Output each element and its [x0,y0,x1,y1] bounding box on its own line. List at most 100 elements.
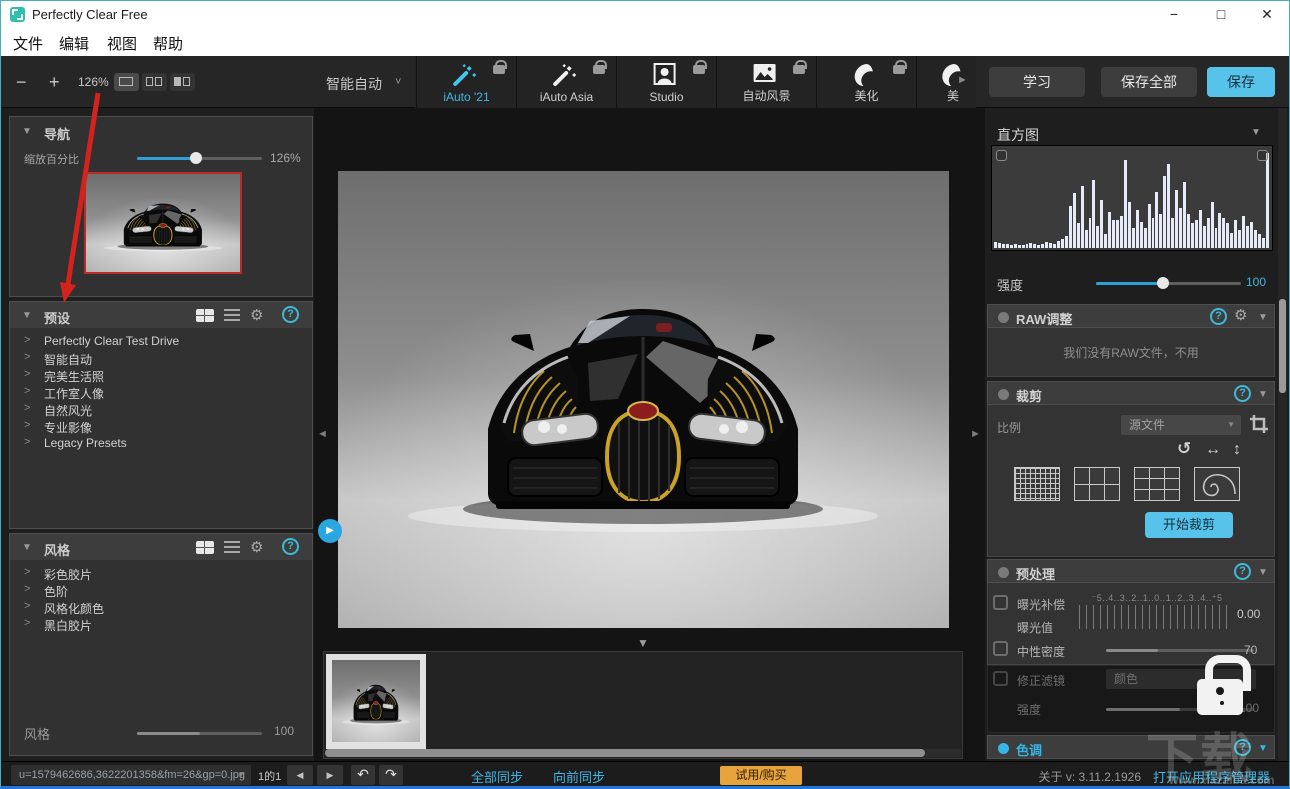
collapse-icon[interactable]: ▼ [1258,312,1268,323]
crop-grid-thirds-button[interactable] [1134,467,1180,501]
enable-dot-icon[interactable] [998,743,1009,754]
list-view-icon[interactable] [224,541,240,553]
tab-auto-landscape[interactable]: 自动风景 [716,56,816,108]
list-item[interactable]: >色阶 [10,583,312,600]
collapse-icon[interactable]: ▼ [22,310,32,321]
crop-grid-mesh-button[interactable] [1014,467,1060,501]
preprocess-header[interactable]: 预处理 ? ▼ [987,559,1275,583]
layout-sidebyside-button[interactable] [170,73,195,91]
close-button[interactable]: ✕ [1252,4,1282,24]
sync-forward-button[interactable]: 向前同步 [553,767,605,786]
enable-dot-icon[interactable] [998,567,1009,578]
list-view-icon[interactable] [224,309,240,321]
nd-checkbox[interactable] [993,641,1008,656]
crop-header[interactable]: 裁剪 ? ▼ [987,381,1275,405]
list-item[interactable]: >工作室人像 [10,385,312,402]
tab-scroll-right-icon[interactable]: ► [957,74,968,86]
collapse-icon[interactable]: ▼ [1258,567,1268,578]
exposure-ruler-ticks[interactable] [1079,605,1233,629]
save-all-button[interactable]: 保存全部 [1101,67,1197,97]
sync-all-button[interactable]: 全部同步 [471,767,523,786]
zoom-in-button[interactable]: + [49,72,60,93]
flip-vertical-icon[interactable]: ↕ [1233,441,1241,459]
list-item[interactable]: >风格化颜色 [10,600,312,617]
help-icon[interactable]: ? [1234,563,1251,580]
menu-file[interactable]: 文件 [13,33,43,54]
crop-grid-spiral-button[interactable] [1194,467,1240,501]
filmstrip-scrollbar-thumb[interactable] [325,749,925,757]
menu-help[interactable]: 帮助 [153,33,183,54]
collapse-icon[interactable]: ▼ [1251,127,1261,138]
enable-dot-icon[interactable] [998,312,1009,323]
prev-photo-button[interactable]: ◀ [287,765,313,785]
exposure-checkbox[interactable] [993,595,1008,610]
tab-studio[interactable]: Studio [616,56,716,108]
tab-iauto-asia[interactable]: iAuto Asia [516,56,616,108]
collapse-icon[interactable]: ▼ [1258,743,1268,754]
layout-split-button[interactable] [142,73,167,91]
gear-icon[interactable]: ⚙ [250,538,263,556]
tab-beautify[interactable]: 美化 [816,56,916,108]
trial-buy-button[interactable]: 试用/购买 [720,766,802,785]
zoom-slider[interactable] [137,157,262,160]
help-icon[interactable]: ? [1234,739,1251,756]
before-after-play-button[interactable]: ▶ [318,519,342,543]
list-item[interactable]: >Legacy Presets [10,436,312,453]
tone-header[interactable]: 色调 ? ▼ [987,735,1275,759]
highlight-clip-checkbox[interactable] [1257,150,1268,161]
help-icon[interactable]: ? [282,538,299,555]
file-select[interactable]: u=1579462686,3622201358&fm=26&gp=0.jpg ▼ [11,765,251,785]
maximize-button[interactable]: □ [1206,4,1236,24]
enable-dot-icon[interactable] [998,389,1009,400]
filmstrip-toggle-icon[interactable]: ▼ [637,636,649,650]
learn-button[interactable]: 学习 [989,67,1085,97]
list-item[interactable]: >智能自动 [10,351,312,368]
shadow-clip-checkbox[interactable] [996,150,1007,161]
help-icon[interactable]: ? [1210,308,1227,325]
collapse-icon[interactable]: ▼ [22,542,32,553]
redo-button[interactable]: ↷ [379,765,403,785]
list-item[interactable]: >黑白胶片 [10,617,312,634]
raw-header[interactable]: RAW调整 ? ⚙ ▼ [987,304,1275,328]
menu-edit[interactable]: 编辑 [59,33,89,54]
collapse-right-panel-icon[interactable]: ► [970,428,981,440]
help-icon[interactable]: ? [282,306,299,323]
main-photo[interactable] [338,171,949,628]
list-item[interactable]: >自然风光 [10,402,312,419]
crop-tool-icon[interactable] [1249,414,1269,434]
list-item[interactable]: >Perfectly Clear Test Drive [10,334,312,351]
grid-view-icon[interactable] [196,309,214,322]
undo-button[interactable]: ↶ [351,765,375,785]
crop-grid-6cell-button[interactable] [1074,467,1120,501]
save-button[interactable]: 保存 [1207,67,1275,97]
strength-slider[interactable] [1096,282,1241,285]
lens-checkbox[interactable] [993,671,1008,686]
layout-single-button[interactable] [114,73,139,91]
open-app-manager-link[interactable]: 打开应用程序管理器 [1153,767,1270,786]
look-strength-slider[interactable] [137,732,262,735]
chevron-down-icon[interactable]: ˅ [395,76,401,88]
zoom-out-button[interactable]: − [16,72,27,93]
right-scrollbar-thumb[interactable] [1279,299,1286,393]
ratio-select[interactable]: 源文件 ▼ [1121,415,1241,435]
grid-view-icon[interactable] [196,541,214,554]
list-item[interactable]: >彩色胶片 [10,566,312,583]
list-item[interactable]: >专业影像 [10,419,312,436]
minimize-button[interactable]: − [1159,4,1189,24]
nd-slider[interactable] [1106,649,1254,652]
tab-iauto21[interactable]: iAuto '21 [416,56,516,108]
navigator-thumbnail[interactable] [84,172,242,274]
collapse-left-panel-icon[interactable]: ◄ [317,428,328,440]
list-item[interactable]: >完美生活照 [10,368,312,385]
gear-icon[interactable]: ⚙ [1234,306,1247,324]
menu-view[interactable]: 视图 [107,33,137,54]
rotate-icon[interactable]: ↺ [1177,439,1191,459]
right-scrollbar[interactable] [1278,108,1287,761]
gear-icon[interactable]: ⚙ [250,306,263,324]
collapse-icon[interactable]: ▼ [1258,389,1268,400]
smart-auto-dropdown[interactable]: 智能自动 [326,74,382,94]
next-photo-button[interactable]: ▶ [317,765,343,785]
filmstrip-thumbnail[interactable] [326,654,426,749]
help-icon[interactable]: ? [1234,385,1251,402]
flip-horizontal-icon[interactable]: ↔ [1205,441,1221,459]
